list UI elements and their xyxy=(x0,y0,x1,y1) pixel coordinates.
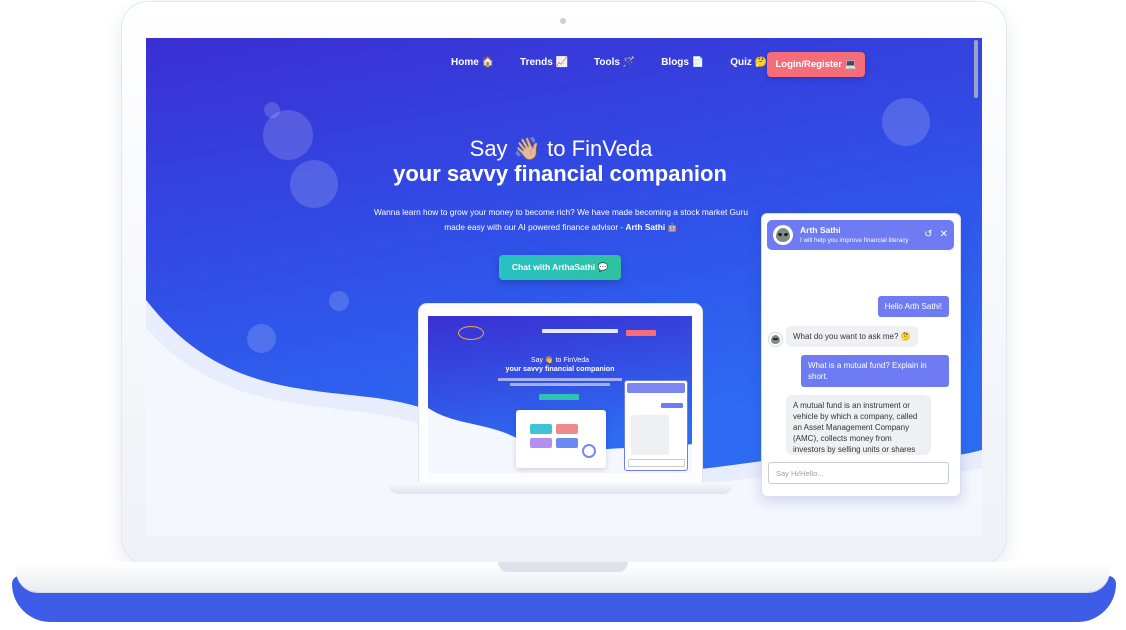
bot-avatar xyxy=(768,332,783,347)
hero-advisor-name: Arth Sathi 🤖 xyxy=(625,221,678,232)
close-icon[interactable]: ✕ xyxy=(940,229,948,240)
preview-chat-msg xyxy=(661,403,683,408)
preview-cta xyxy=(539,394,579,400)
chat-message-user: What is a mutual fund? Explain in short. xyxy=(801,355,949,387)
laptop-screen: Home 🏠 Trends 📈 Tools 🪄 Blogs 📄 Quiz 🤔 L… xyxy=(146,38,982,536)
preview-login-button xyxy=(626,330,656,336)
page-scrollbar[interactable] xyxy=(974,40,978,98)
nav-trends[interactable]: Trends 📈 xyxy=(520,57,568,68)
hero-title-line2: your savvy financial companion xyxy=(393,161,727,186)
decor-bubble xyxy=(247,324,276,353)
chat-with-arthasathi-button[interactable]: Chat with ArthaSathi 💬 xyxy=(499,255,621,280)
preview-laptop-screen: Say 👋 to FinVeda your savvy financial co… xyxy=(428,316,692,473)
chatbot-subtitle: I will help you improve financial litera… xyxy=(800,237,909,244)
preview-description xyxy=(498,378,622,381)
preview-chat xyxy=(624,380,688,471)
preview-dashboard-ring xyxy=(582,444,596,458)
chatbot-window: Arth Sathi I will help you improve finan… xyxy=(761,213,961,497)
chatbot-header-actions: ↺ ✕ xyxy=(924,229,948,240)
nav-quiz[interactable]: Quiz 🤔 xyxy=(730,57,767,68)
chatbot-name: Arth Sathi xyxy=(800,225,841,235)
nav-home[interactable]: Home 🏠 xyxy=(451,57,494,68)
preview-chat-msg xyxy=(631,415,669,455)
preview-logo xyxy=(458,326,484,340)
preview-nav xyxy=(542,329,618,333)
preview-dashboard-card xyxy=(530,424,552,434)
nav-tools[interactable]: Tools 🪄 xyxy=(594,57,635,68)
refresh-icon[interactable]: ↺ xyxy=(924,229,932,240)
login-register-button[interactable]: Login/Register 💻 xyxy=(767,52,865,77)
preview-title-line2: your savvy financial companion xyxy=(505,364,615,373)
preview-title-line1: Say 👋 to FinVeda xyxy=(530,357,590,364)
hero-description-line2: made easy with our AI powered finance ad… xyxy=(444,221,626,232)
nav-blogs[interactable]: Blogs 📄 xyxy=(661,57,704,68)
hero-description-line1: Wanna learn how to grow your money to be… xyxy=(374,207,748,217)
preview-chat-input xyxy=(628,459,685,467)
preview-dashboard xyxy=(516,410,606,468)
preview-dashboard-card xyxy=(556,438,578,448)
chat-message-bot: A mutual fund is an instrument or vehicl… xyxy=(786,395,931,455)
preview-dashboard-card xyxy=(556,424,578,434)
preview-laptop-base xyxy=(388,482,733,494)
chat-message-input[interactable] xyxy=(768,462,949,484)
decor-bubble xyxy=(329,291,349,311)
alien-icon xyxy=(776,228,790,242)
laptop-notch xyxy=(498,562,628,572)
preview-chat-head xyxy=(627,383,685,393)
chat-message-user: Hello Arth Sathi! xyxy=(877,296,949,317)
chatbot-header: Arth Sathi I will help you improve finan… xyxy=(767,220,954,250)
chat-message-bot: What do you want to ask me? 🤔 xyxy=(786,326,918,347)
alien-icon xyxy=(771,335,780,344)
top-nav: Home 🏠 Trends 📈 Tools 🪄 Blogs 📄 Quiz 🤔 xyxy=(451,57,793,68)
decor-bubble xyxy=(264,102,280,118)
chatbot-avatar xyxy=(773,225,793,245)
laptop-camera xyxy=(560,18,566,24)
hero-description: Wanna learn how to grow your money to be… xyxy=(366,205,756,234)
hero-title-line1: Say 👋🏼 to FinVeda xyxy=(469,136,653,161)
preview-dashboard-card xyxy=(530,438,552,448)
preview-description xyxy=(510,383,610,386)
